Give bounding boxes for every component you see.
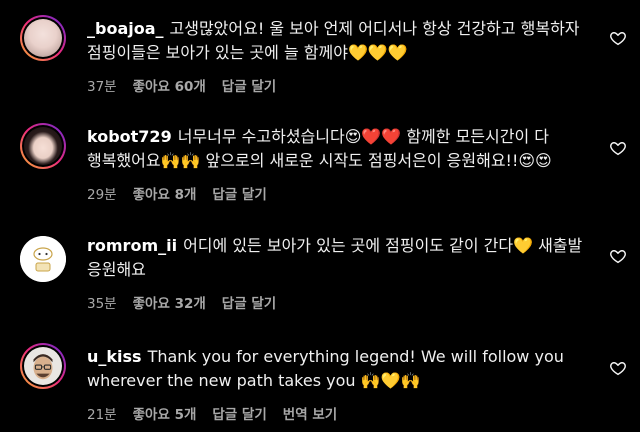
comment-item: kobot729 너무너무 수고하셨습니다😍❤️❤️ 함께한 모든시간이 다 행복…: [0, 108, 640, 218]
comment-username[interactable]: _boajoa_: [87, 19, 164, 38]
reply-button[interactable]: 답글 달기: [222, 292, 276, 316]
comment-time[interactable]: 35분: [87, 292, 117, 316]
avatar[interactable]: [20, 123, 66, 169]
reply-button[interactable]: 답글 달기: [212, 183, 266, 207]
comment-likes[interactable]: 좋아요 60개: [133, 75, 206, 99]
cartoon-avatar-icon: [24, 347, 62, 385]
comment-item: romrom_ii 어디에 있든 보아가 있는 곳에 점핑이도 같이 간다💛 새출…: [0, 218, 640, 328]
avatar[interactable]: [20, 15, 66, 61]
heart-outline-icon[interactable]: [609, 139, 627, 157]
comment-time[interactable]: 21분: [87, 403, 117, 427]
comment-username[interactable]: romrom_ii: [87, 236, 177, 255]
comment-username[interactable]: u_kiss: [87, 347, 142, 366]
comment-text: Thank you for everything legend! We will…: [87, 347, 564, 390]
comment-time[interactable]: 29분: [87, 183, 117, 207]
comment-likes[interactable]: 좋아요 8개: [133, 183, 197, 207]
heart-outline-icon[interactable]: [609, 247, 627, 265]
comment-item: _boajoa_ 고생많았어요! 울 보아 언제 어디서나 항상 건강하고 행복하…: [0, 0, 640, 108]
heart-outline-icon[interactable]: [609, 359, 627, 377]
avatar[interactable]: [20, 343, 66, 389]
heart-outline-icon[interactable]: [609, 29, 627, 47]
comments-list: _boajoa_ 고생많았어요! 울 보아 언제 어디서나 항상 건강하고 행복하…: [0, 0, 640, 432]
translate-button[interactable]: 번역 보기: [283, 403, 337, 427]
comment-likes[interactable]: 좋아요 5개: [133, 403, 197, 427]
reply-button[interactable]: 답글 달기: [222, 75, 276, 99]
comment-item: u_kiss Thank you for everything legend! W…: [0, 328, 640, 432]
comment-time[interactable]: 37분: [87, 75, 117, 99]
comment-username[interactable]: kobot729: [87, 127, 172, 146]
cartoon-avatar-icon: [20, 236, 66, 282]
reply-button[interactable]: 답글 달기: [212, 403, 266, 427]
comment-likes[interactable]: 좋아요 32개: [133, 292, 206, 316]
avatar[interactable]: [20, 236, 66, 282]
